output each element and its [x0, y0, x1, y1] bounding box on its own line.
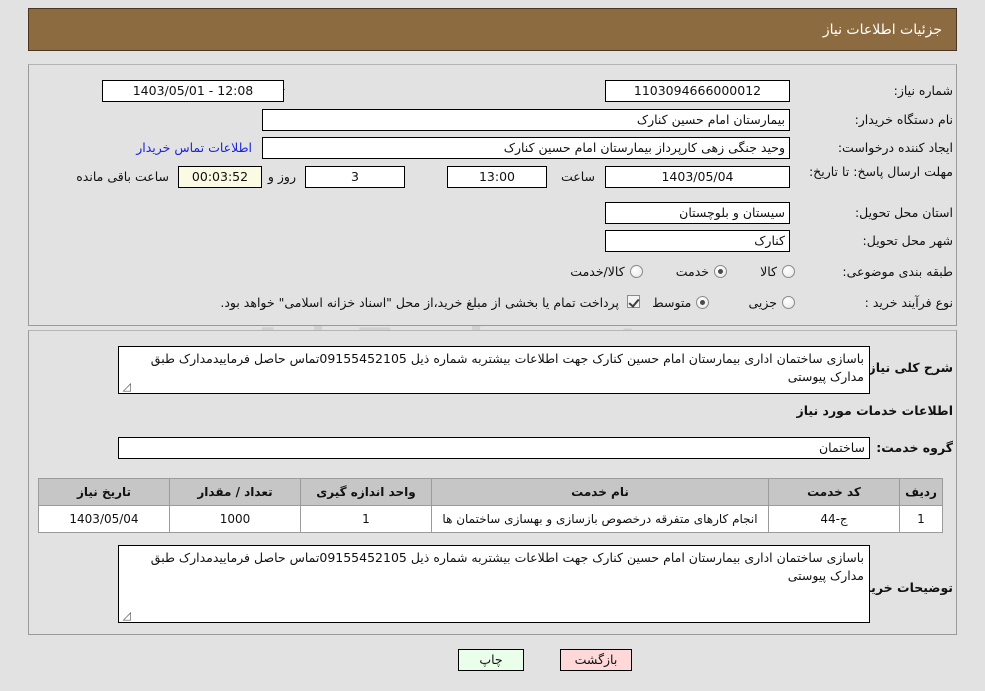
- requester-label: ایجاد کننده درخواست:: [837, 140, 953, 155]
- col-need-date: تاریخ نیاز: [38, 478, 170, 506]
- col-quantity: تعداد / مقدار: [169, 478, 301, 506]
- category-label-0: کالا: [760, 264, 777, 279]
- category-radio-0[interactable]: [782, 265, 795, 278]
- need-description-label: شرح کلی نیاز:: [863, 360, 953, 375]
- process-radio-group: جزیی متوسط: [646, 292, 795, 311]
- cell-unit: 1: [300, 505, 432, 533]
- back-button[interactable]: بازگشت: [560, 649, 632, 671]
- category-radio-group: کالا خدمت کالا/خدمت: [564, 261, 795, 280]
- cell-code: ج-44: [768, 505, 900, 533]
- page-title: جزئیات اطلاعات نیاز: [822, 21, 942, 38]
- deadline-label: مهلت ارسال پاسخ: تا تاریخ:: [808, 164, 953, 179]
- need-description-text: باسازی ساختمان اداری بیمارستان امام حسین…: [150, 351, 864, 384]
- category-label-1: خدمت: [675, 264, 710, 279]
- process-radio-0[interactable]: [782, 296, 795, 309]
- deadline-time-value: 13:00: [447, 166, 547, 188]
- col-name: نام خدمت: [431, 478, 769, 506]
- process-label-0: جزیی: [748, 295, 777, 310]
- need-description-value[interactable]: باسازی ساختمان اداری بیمارستان امام حسین…: [118, 346, 870, 394]
- print-button[interactable]: چاپ: [458, 649, 524, 671]
- process-radio-1[interactable]: [696, 296, 710, 309]
- buyer-notes-text: باسازی ساختمان اداری بیمارستان امام حسین…: [150, 550, 864, 583]
- cell-name: انجام کارهای متفرقه درخصوص بازسازی و بهس…: [431, 505, 769, 533]
- service-group-label: گروه خدمت:: [876, 440, 953, 455]
- resize-grip-icon[interactable]: ◿: [121, 381, 131, 392]
- delivery-province-value: سیستان و بلوچستان: [605, 202, 790, 224]
- announce-datetime-value: 1403/05/01 - 12:08: [102, 80, 284, 102]
- category-label: طبقه بندی موضوعی:: [842, 264, 953, 279]
- cell-quantity: 1000: [169, 505, 301, 533]
- resize-grip-icon-2[interactable]: ◿: [121, 610, 131, 621]
- buyer-notes-value[interactable]: باسازی ساختمان اداری بیمارستان امام حسین…: [118, 545, 870, 623]
- requester-value: وحید جنگی زهی کارپرداز بیمارستان امام حس…: [262, 137, 790, 159]
- days-remaining-value: 3: [305, 166, 405, 188]
- service-group-value: ساختمان: [118, 437, 870, 459]
- services-table: ردیف کد خدمت نام خدمت واحد اندازه گیری ت…: [38, 478, 943, 533]
- deadline-hour-label: ساعت: [560, 169, 595, 184]
- col-index: ردیف: [899, 478, 943, 506]
- col-unit: واحد اندازه گیری: [300, 478, 432, 506]
- category-radio-1[interactable]: [714, 265, 728, 278]
- need-number-label: شماره نیاز:: [893, 83, 953, 98]
- deadline-date-value: 1403/05/04: [605, 166, 790, 188]
- table-row: 1 ج-44 انجام کارهای متفرقه درخصوص بازساز…: [38, 505, 943, 533]
- col-code: کد خدمت: [768, 478, 900, 506]
- buyer-contact-link[interactable]: اطلاعات تماس خریدار: [136, 140, 252, 155]
- treasury-bond-note: پرداخت تمام یا بخشی از مبلغ خرید،از محل …: [220, 295, 619, 310]
- cell-need-date: 1403/05/04: [38, 505, 170, 533]
- delivery-province-label: استان محل تحویل:: [854, 205, 953, 220]
- process-label-1: متوسط: [652, 295, 692, 310]
- process-type-label: نوع فرآیند خرید :: [864, 295, 953, 310]
- treasury-bond-checkbox[interactable]: [627, 295, 640, 308]
- buyer-org-label: نام دستگاه خریدار:: [854, 112, 953, 127]
- need-info-panel: [28, 64, 957, 326]
- delivery-city-label: شهر محل تحویل:: [862, 233, 953, 248]
- category-label-2: کالا/خدمت: [570, 264, 625, 279]
- need-number-value: 1103094666000012: [605, 80, 790, 102]
- service-info-section-title: اطلاعات خدمات مورد نیاز: [796, 403, 954, 418]
- day-and-label: روز و: [267, 169, 296, 184]
- category-radio-2[interactable]: [629, 265, 643, 278]
- remaining-hours-label: ساعت باقی مانده: [76, 169, 169, 184]
- delivery-city-value: کنارک: [605, 230, 790, 252]
- countdown-timer: 00:03:52: [178, 166, 262, 188]
- page-header-bar: جزئیات اطلاعات نیاز: [28, 8, 957, 51]
- table-header-row: ردیف کد خدمت نام خدمت واحد اندازه گیری ت…: [38, 478, 943, 506]
- buyer-org-value: بیمارستان امام حسین کنارک: [262, 109, 790, 131]
- page-root: AriaTender AriaTender.net AriaTender.net…: [0, 0, 985, 691]
- cell-index: 1: [899, 505, 943, 533]
